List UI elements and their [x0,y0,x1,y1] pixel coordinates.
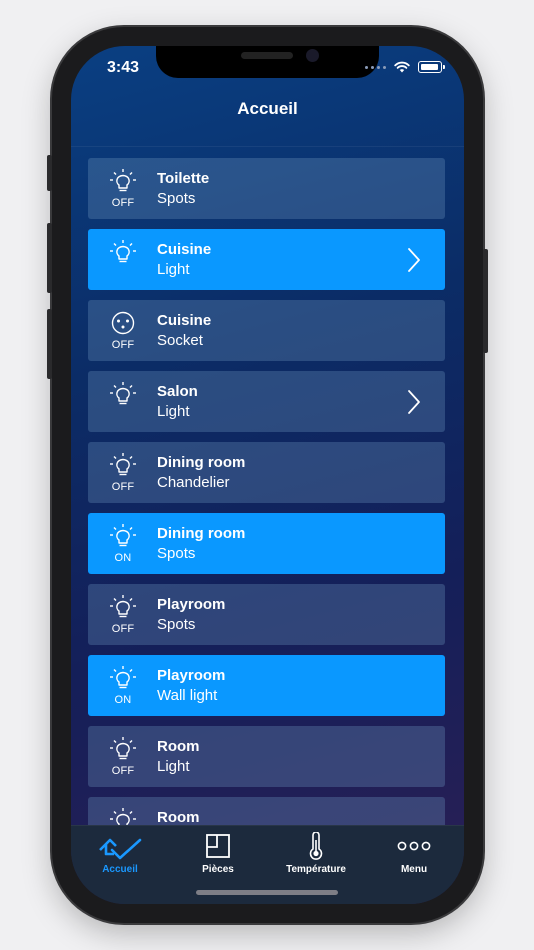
bulb-icon [110,666,136,689]
device-list[interactable]: OFF Toilette Spots Cuisine Light OFF Cuisine So… [88,158,445,868]
device-name: Dining room [157,454,246,471]
device-icon-wrap: ON [105,665,141,709]
page-title: Accueil [237,99,298,118]
device-type: Spots [157,190,196,207]
device-state: ON [114,552,132,564]
bulb-icon [110,595,136,618]
chevron-right-icon [408,248,420,272]
volume-up-button [47,223,52,293]
tab-label: Température [286,864,346,875]
wifi-icon [394,61,410,73]
device-type: Chandelier [157,474,230,491]
tab-label: Menu [400,864,428,875]
rooms-icon [206,834,230,858]
status-time: 3:43 [107,59,140,76]
device-state: OFF [111,765,135,777]
device-row[interactable]: OFF Cuisine Socket [88,300,445,361]
device-type: Spots [157,616,196,633]
device-row[interactable]: OFF Dining room Chandelier [88,442,445,503]
device-icon-wrap [105,239,141,283]
tab-label: Accueil [102,864,138,875]
device-type: Light [157,403,190,420]
device-row[interactable]: Salon Light [88,371,445,432]
status-icons [365,61,445,73]
device-name: Toilette [157,170,210,187]
device-name: Room [157,738,200,755]
bulb-icon [110,169,136,192]
device-type: Wall light [157,687,218,704]
device-type: Light [157,261,190,278]
tab-accueil[interactable]: Accueil [71,832,169,875]
device-icon-wrap: OFF [105,310,141,354]
device-row[interactable]: OFF Room Light [88,726,445,787]
device-state: OFF [111,623,135,635]
tab-temperature[interactable]: Température [267,832,365,875]
battery-icon [418,61,445,73]
device-name: Playroom [157,667,226,684]
device-type: Socket [157,332,203,349]
device-name: Room [157,809,200,826]
bulb-icon [110,737,136,760]
chevron-right-icon [408,390,420,414]
bulb-icon [110,382,136,405]
device-type: Spots [157,545,196,562]
device-name: Cuisine [157,241,212,258]
device-state: ON [114,694,132,706]
tab-menu[interactable]: Menu [365,832,463,875]
tab-label: Pièces [202,864,234,875]
speaker [241,52,293,59]
device-icon-wrap: OFF [105,168,141,212]
device-row[interactable]: OFF Toilette Spots [88,158,445,219]
device-row[interactable]: OFF Playroom Spots [88,584,445,645]
home-indicator [196,890,338,895]
bulb-icon [110,453,136,476]
mute-switch [47,155,52,191]
tab-bar: Accueil Pièces Température Menu [71,825,464,904]
volume-down-button [47,309,52,379]
device-row[interactable]: ON Playroom Wall light [88,655,445,716]
more-icon [397,841,431,851]
device-type: Light [157,758,190,775]
device-name: Salon [157,383,198,400]
device-icon-wrap: ON [105,523,141,567]
phone-frame: 3:43 Accueil OFF Toilette Spots Cuisine Ligh… [47,27,488,923]
device-name: Cuisine [157,312,212,329]
signal-icon [365,65,386,69]
device-row[interactable]: ON Dining room Spots [88,513,445,574]
bulb-icon [110,240,136,263]
socket-icon [111,311,135,335]
device-name: Dining room [157,525,246,542]
device-icon-wrap: OFF [105,452,141,496]
bulb-icon [110,524,136,547]
device-icon-wrap [105,381,141,425]
app-screen: 3:43 Accueil OFF Toilette Spots Cuisine Ligh… [71,46,464,904]
power-button [483,249,488,353]
tab-pieces[interactable]: Pièces [169,832,267,875]
device-icon-wrap: OFF [105,594,141,638]
notch [156,46,379,78]
device-row[interactable]: Cuisine Light [88,229,445,290]
device-icon-wrap: OFF [105,736,141,780]
thermometer-icon [309,832,323,860]
device-state: OFF [111,339,135,351]
device-state: OFF [111,481,135,493]
home-icon [99,838,142,860]
device-state: OFF [111,197,135,209]
camera [306,49,319,62]
nav-divider [71,146,464,147]
device-name: Playroom [157,596,226,613]
